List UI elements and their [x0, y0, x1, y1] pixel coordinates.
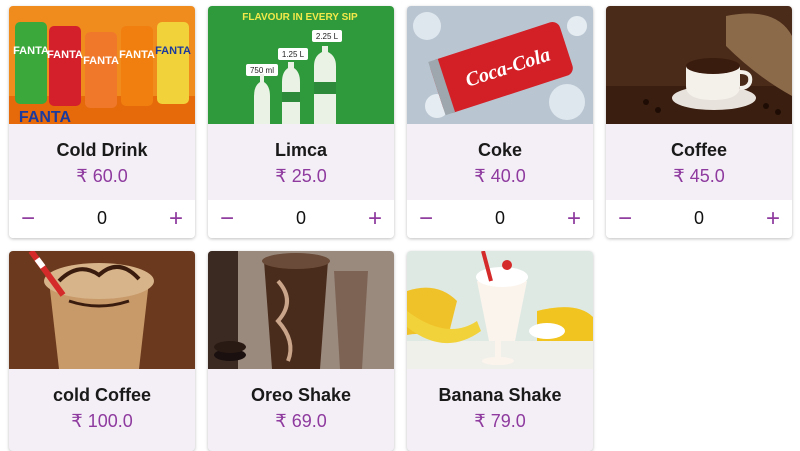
limca-bottles-image: FLAVOUR IN EVERY SIP 750 ml 1.25 L 2.25 …	[208, 6, 394, 124]
product-card-cold-drink[interactable]: FANTA FANTA FANTA FANTA FANTA FANTA Cold…	[9, 6, 195, 238]
quantity-stepper: − 0 +	[208, 200, 394, 238]
product-grid: FANTA FANTA FANTA FANTA FANTA FANTA Cold…	[0, 0, 800, 451]
svg-text:2.25 L: 2.25 L	[316, 32, 339, 41]
product-card-coke[interactable]: Coca-Cola Coke ₹ 40.0 − 0 +	[407, 6, 593, 238]
coca-cola-can-image: Coca-Cola	[407, 6, 593, 124]
decrement-button[interactable]: −	[15, 206, 41, 232]
increment-button[interactable]: +	[760, 206, 786, 232]
product-price: ₹ 60.0	[76, 166, 128, 186]
quantity-stepper: − 0 +	[606, 200, 792, 238]
decrement-button[interactable]: −	[413, 206, 439, 232]
product-card-oreo-shake[interactable]: Oreo Shake ₹ 69.0	[208, 251, 394, 451]
product-name: Banana Shake	[438, 385, 562, 405]
svg-text:1.25 L: 1.25 L	[282, 50, 305, 59]
product-name: Oreo Shake	[250, 385, 352, 405]
quantity-value: 0	[494, 208, 506, 228]
fanta-cans-image: FANTA FANTA FANTA FANTA FANTA FANTA	[9, 6, 195, 124]
product-card-banana-shake[interactable]: Banana Shake ₹ 79.0	[407, 251, 593, 451]
svg-text:FANTA: FANTA	[47, 49, 83, 61]
product-price: ₹ 45.0	[673, 166, 725, 186]
svg-text:750 ml: 750 ml	[250, 66, 274, 75]
svg-text:FANTA: FANTA	[155, 45, 191, 57]
product-card-limca[interactable]: FLAVOUR IN EVERY SIP 750 ml 1.25 L 2.25 …	[208, 6, 394, 238]
increment-button[interactable]: +	[561, 206, 587, 232]
svg-text:FLAVOUR IN EVERY SIP: FLAVOUR IN EVERY SIP	[242, 12, 358, 23]
svg-text:FANTA: FANTA	[13, 45, 49, 57]
product-name: Coffee	[670, 140, 727, 160]
quantity-value: 0	[295, 208, 307, 228]
product-price: ₹ 79.0	[474, 411, 526, 431]
banana-shake-image	[407, 251, 593, 369]
increment-button[interactable]: +	[362, 206, 388, 232]
svg-text:FANTA: FANTA	[83, 55, 119, 67]
product-name: Cold Drink	[56, 140, 148, 160]
product-card-coffee[interactable]: Coffee ₹ 45.0 − 0 +	[606, 6, 792, 238]
increment-button[interactable]: +	[163, 206, 189, 232]
product-price: ₹ 69.0	[275, 411, 327, 431]
product-price: ₹ 100.0	[71, 411, 133, 431]
product-card-cold-coffee[interactable]: cold Coffee ₹ 100.0	[9, 251, 195, 451]
cold-coffee-image	[9, 251, 195, 369]
product-price: ₹ 25.0	[275, 166, 327, 186]
product-price: ₹ 40.0	[474, 166, 526, 186]
decrement-button[interactable]: −	[612, 206, 638, 232]
quantity-value: 0	[96, 208, 108, 228]
coffee-cup-image	[606, 6, 792, 124]
product-name: Limca	[274, 140, 328, 160]
product-name: Coke	[477, 140, 522, 160]
svg-text:FANTA: FANTA	[19, 109, 72, 124]
quantity-stepper: − 0 +	[407, 200, 593, 238]
quantity-stepper: − 0 +	[9, 200, 195, 238]
decrement-button[interactable]: −	[214, 206, 240, 232]
oreo-shake-image	[208, 251, 394, 369]
svg-text:FANTA: FANTA	[119, 49, 155, 61]
product-name: cold Coffee	[52, 385, 151, 405]
quantity-value: 0	[693, 208, 705, 228]
